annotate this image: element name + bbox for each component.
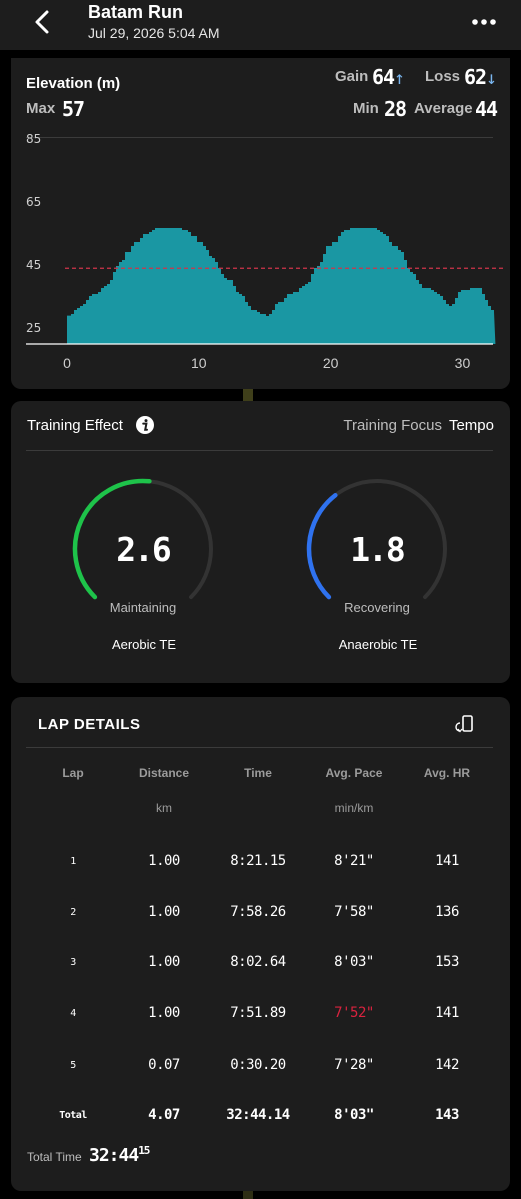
y-tick-label: 85: [26, 132, 41, 146]
lap-number: 4: [70, 1008, 76, 1019]
aerobic-te-label: Aerobic TE: [111, 637, 177, 652]
training-effect-card: Training Effect Training Focus Tempo 2.6…: [11, 401, 510, 683]
lap-avg-hr: 153: [435, 954, 459, 970]
lap-distance: 1.00: [148, 904, 180, 920]
lap-distance: 1.00: [148, 954, 180, 970]
scroll-handle: [243, 389, 253, 401]
total-time-label: Total Time: [27, 1150, 82, 1164]
total-time-value: 32:4415: [89, 1144, 150, 1166]
avg-pace-header: Avg. Pace: [325, 766, 383, 780]
lap-avg-pace: 8'21": [334, 853, 374, 869]
lap-avg-hr: 141: [435, 853, 459, 869]
anaerobic-te-label: Anaerobic TE: [338, 637, 418, 652]
total-distance: 4.07: [148, 1107, 180, 1123]
unit-label: min/km: [334, 801, 374, 815]
lap-number: 3: [70, 957, 76, 968]
lap-time: 7:51.89: [230, 1005, 286, 1021]
lap-number: 1: [70, 856, 76, 867]
top-bar: Batam Run Jul 29, 2026 5:04 AM: [0, 0, 521, 50]
lap-details-card: LAP DETAILS Lap Distance Time Avg. Pace Avg.…: [11, 697, 510, 1191]
lap-time: 8:21.15: [230, 853, 286, 869]
elevation-card: Elevation (m) Gain 64↑ Loss 62↓ Max 57 M…: [11, 58, 510, 389]
lap-distance: 1.00: [148, 853, 180, 869]
lap-time: 8:02.64: [230, 954, 286, 970]
lap-header: Lap: [62, 766, 84, 780]
total-label: Total: [59, 1110, 87, 1121]
lap-avg-pace: 7'28": [334, 1057, 374, 1073]
training-divider: [26, 450, 493, 451]
total-time: 32:44.14: [226, 1107, 290, 1123]
lap-number: 2: [70, 907, 76, 918]
total-avg-pace: 8'03": [334, 1107, 374, 1123]
lap-avg-hr: 136: [435, 904, 459, 920]
scroll-handle-bottom: [243, 1191, 253, 1199]
activity-datetime: Jul 29, 2026 5:04 AM: [88, 25, 220, 41]
elevation-area: [67, 228, 496, 344]
elevation-chart: 85 65 45 25 0 10 20 30: [26, 132, 506, 371]
training-effect-title: Training Effect: [27, 417, 123, 434]
unit-label: km: [156, 801, 172, 815]
aerobic-te-status: Maintaining: [109, 600, 177, 615]
time-header: Time: [244, 766, 272, 780]
lap-time: 0:30.20: [230, 1057, 286, 1073]
training-focus-label: Training Focus: [343, 417, 442, 434]
avg-hr-header: Avg. HR: [423, 766, 471, 780]
lap-avg-pace: 7'52": [334, 1005, 374, 1021]
lap-distance: 0.07: [148, 1057, 180, 1073]
anaerobic-te-status: Recovering: [344, 600, 410, 615]
x-tick-label: 10: [191, 355, 207, 371]
more-options-icon[interactable]: [466, 10, 502, 34]
distance-header: Distance: [138, 766, 190, 780]
x-tick-label: 0: [63, 355, 71, 371]
lap-divider: [26, 747, 493, 748]
lap-details-title: LAP DETAILS: [38, 716, 141, 733]
info-icon[interactable]: [135, 415, 155, 435]
lap-number: 5: [70, 1060, 76, 1071]
x-tick-label: 20: [323, 355, 339, 371]
y-tick-label: 25: [26, 321, 41, 335]
aerobic-gauge: 2.6 Maintaining: [70, 476, 216, 622]
anaerobic-gauge: 1.8 Recovering: [304, 476, 450, 622]
lap-distance: 1.00: [148, 1005, 180, 1021]
total-avg-hr: 143: [435, 1107, 459, 1123]
lap-avg-pace: 8'03": [334, 954, 374, 970]
lap-avg-hr: 141: [435, 1005, 459, 1021]
aerobic-te-value: 2.6: [116, 530, 172, 569]
back-arrow-icon[interactable]: [28, 8, 58, 38]
lap-avg-pace: 7'58": [334, 904, 374, 920]
anaerobic-te-value: 1.8: [350, 530, 406, 569]
lap-avg-hr: 142: [435, 1057, 459, 1073]
y-tick-label: 65: [26, 195, 41, 209]
lap-time: 7:58.26: [230, 904, 286, 920]
rotate-screen-icon[interactable]: [455, 714, 477, 734]
activity-title: Batam Run: [88, 2, 184, 22]
y-tick-label: 45: [26, 258, 41, 272]
training-focus-value: Tempo: [448, 417, 494, 434]
x-tick-label: 30: [455, 355, 471, 371]
